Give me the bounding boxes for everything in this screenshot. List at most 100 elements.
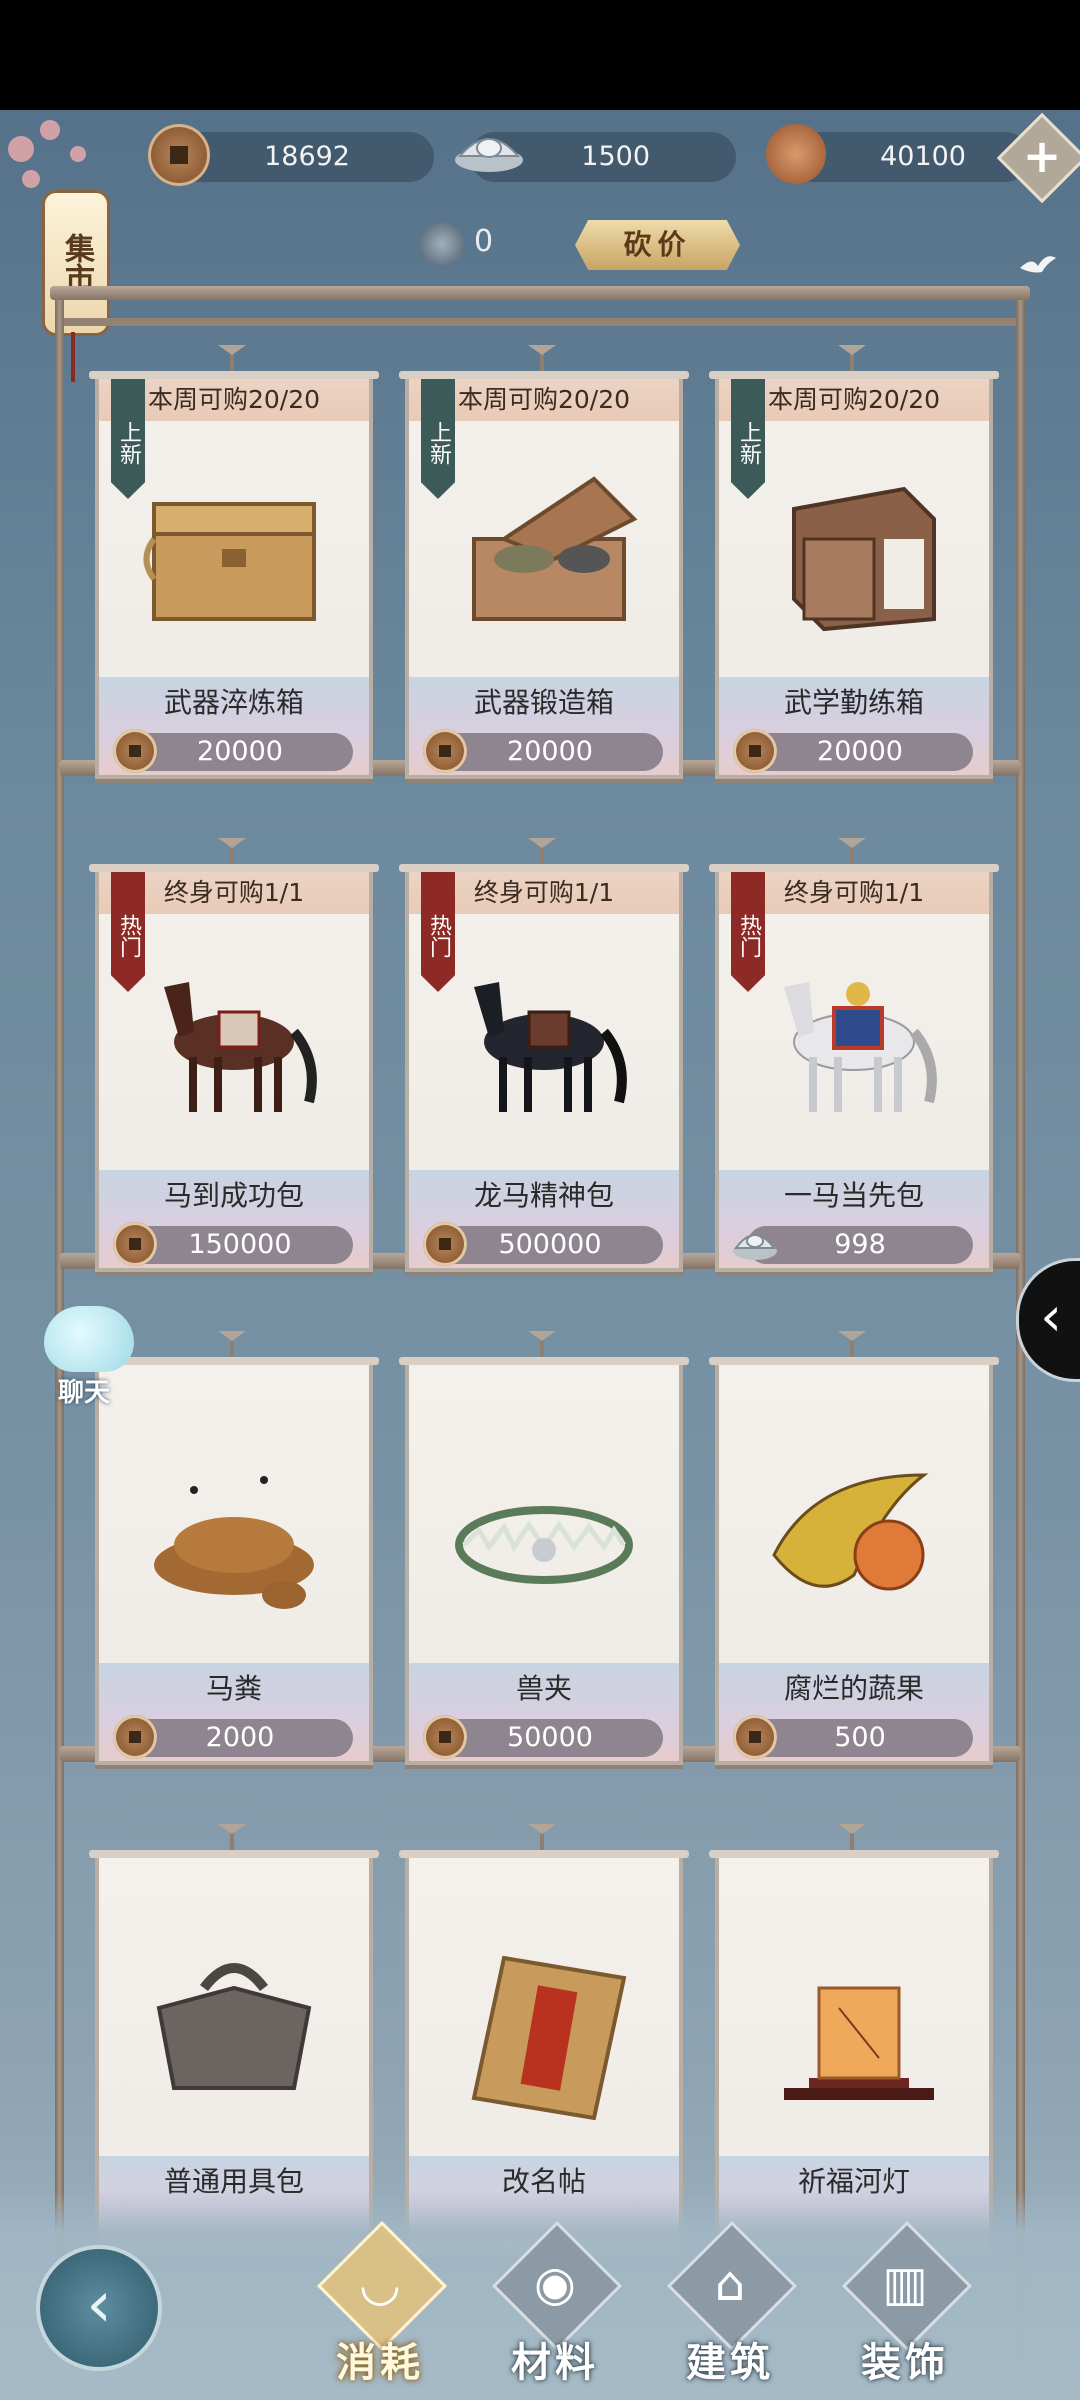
hanging-hook (850, 1830, 854, 1850)
product-card[interactable]: 终身可购1/1 热门 马到成功包 150000 (89, 844, 379, 1272)
tab-decorations[interactable]: ▥ 装饰 (835, 2220, 975, 2392)
product-card[interactable]: 兽夹 50000 (399, 1337, 689, 1765)
price-value: 998 (834, 1229, 886, 1260)
shell-currency-icon (766, 124, 826, 184)
price-value: 20000 (197, 736, 283, 767)
copper-coin-icon (733, 729, 777, 773)
copper-coin-icon (423, 1715, 467, 1759)
price-pill[interactable]: 150000 (127, 1226, 353, 1264)
bargain-count: 0 (474, 224, 494, 259)
beast-trap-icon (455, 1506, 633, 1584)
new-badge: 上新 (421, 379, 455, 499)
open-box-icon (472, 476, 638, 621)
building-icon: ⌂ (714, 2256, 746, 2312)
product-name: 马粪 (205, 1672, 262, 1705)
bird-icon (1020, 256, 1056, 273)
white-horse-icon (784, 982, 937, 1112)
wooden-chest-icon (143, 502, 316, 621)
hanging-rod (709, 1850, 999, 1858)
hanging-hook (850, 844, 854, 864)
add-currency-button[interactable]: + (996, 112, 1080, 204)
new-badge: 上新 (731, 379, 765, 499)
tab-materials[interactable]: ◉ 材料 (485, 2220, 625, 2392)
materials-icon: ◉ (534, 2256, 576, 2312)
bowl-icon: ◡ (359, 2256, 401, 2312)
river-lantern-icon (784, 1986, 934, 2100)
hanging-hook (850, 1337, 854, 1357)
product-card[interactable]: 终身可购1/1 热门 一马当先包 998 (709, 844, 999, 1272)
copper-coin-icon (113, 1715, 157, 1759)
rename-card-icon (471, 1955, 627, 2121)
hanging-rod (399, 864, 689, 872)
copper-coin-icon (113, 1222, 157, 1266)
book-case-icon (792, 486, 936, 632)
plum-blossom (40, 120, 60, 140)
price-value: 20000 (507, 736, 593, 767)
chat-bubble-icon[interactable] (44, 1306, 134, 1372)
product-card[interactable]: 腐烂的蔬果 500 (709, 1337, 999, 1765)
bargain-token-icon (420, 222, 464, 266)
hot-badge: 热门 (731, 872, 765, 992)
shelf-frame-top (50, 286, 1030, 300)
price-pill[interactable]: 998 (747, 1226, 973, 1264)
silver-ingot-icon (455, 138, 523, 172)
plum-blossom (22, 170, 40, 188)
hanging-rod (89, 371, 379, 379)
tab-label: 装饰 (861, 2340, 949, 2386)
tab-consumables[interactable]: ◡ 消耗 (310, 2220, 450, 2392)
back-button[interactable]: ‹ (36, 2245, 162, 2371)
hot-badge: 热门 (111, 872, 145, 992)
price-value: 50000 (507, 1722, 593, 1753)
hanging-rod (89, 864, 379, 872)
new-badge: 上新 (111, 379, 145, 499)
price-value: 500 (834, 1722, 886, 1753)
price-pill[interactable]: 50000 (437, 1719, 663, 1757)
copper-coin-icon (423, 1222, 467, 1266)
price-pill[interactable]: 2000 (127, 1719, 353, 1757)
chat-label[interactable]: 聊天 (58, 1372, 110, 1409)
side-panel-toggle[interactable]: ‹ (1016, 1258, 1080, 1382)
hanging-hook (230, 1830, 234, 1850)
hanging-hook (230, 1337, 234, 1357)
product-name: 龙马精神包 (473, 1179, 614, 1212)
plum-blossom (8, 136, 34, 162)
hanging-rod (709, 371, 999, 379)
tab-buildings[interactable]: ⌂ 建筑 (660, 2220, 800, 2392)
product-card[interactable]: 马粪 2000 (89, 1337, 379, 1765)
status-bar (0, 0, 1080, 110)
hanging-rod (399, 371, 689, 379)
black-horse-icon (474, 982, 627, 1112)
hanging-rod (709, 1357, 999, 1365)
product-name: 武器锻造箱 (473, 686, 614, 719)
copper-coin-icon (113, 729, 157, 773)
product-card[interactable]: 终身可购1/1 热门 龙马精神包 500000 (399, 844, 689, 1272)
product-card[interactable]: 本周可购20/20 上新 武器锻造箱 20000 (399, 351, 689, 779)
hanging-hook (540, 1337, 544, 1357)
lantern-tassel (71, 332, 75, 382)
hanging-rod (89, 1357, 379, 1365)
hanging-hook (230, 351, 234, 371)
silver-ingot-icon (733, 1234, 777, 1260)
hanging-rod (399, 1850, 689, 1858)
hanging-rod (89, 1850, 379, 1858)
market-title-lantern: 集市 (42, 190, 110, 336)
product-name: 武学勤练箱 (783, 686, 924, 719)
hanging-hook (230, 844, 234, 864)
hanging-hook (540, 1830, 544, 1850)
bargain-button[interactable]: 砍价 (575, 220, 740, 270)
tab-label: 材料 (511, 2340, 599, 2386)
product-name: 马到成功包 (163, 1179, 304, 1212)
price-pill[interactable]: 20000 (437, 733, 663, 771)
product-card[interactable]: 本周可购20/20 上新 武学勤练箱 20000 (709, 351, 999, 779)
price-pill[interactable]: 20000 (127, 733, 353, 771)
tab-label: 消耗 (336, 2340, 424, 2386)
product-name: 一马当先包 (783, 1179, 924, 1212)
price-pill[interactable]: 20000 (747, 733, 973, 771)
copper-coin-icon (733, 1715, 777, 1759)
price-pill[interactable]: 500 (747, 1719, 973, 1757)
decoration-icon: ▥ (882, 2256, 928, 2312)
hanging-hook (540, 351, 544, 371)
market-scene: 18692 1500 40100 + 集市 0 砍价 本周可购20/20 上新 武器… (0, 110, 1080, 2400)
product-card[interactable]: 本周可购20/20 上新 武器淬炼箱 20000 (89, 351, 379, 779)
price-pill[interactable]: 500000 (437, 1226, 663, 1264)
